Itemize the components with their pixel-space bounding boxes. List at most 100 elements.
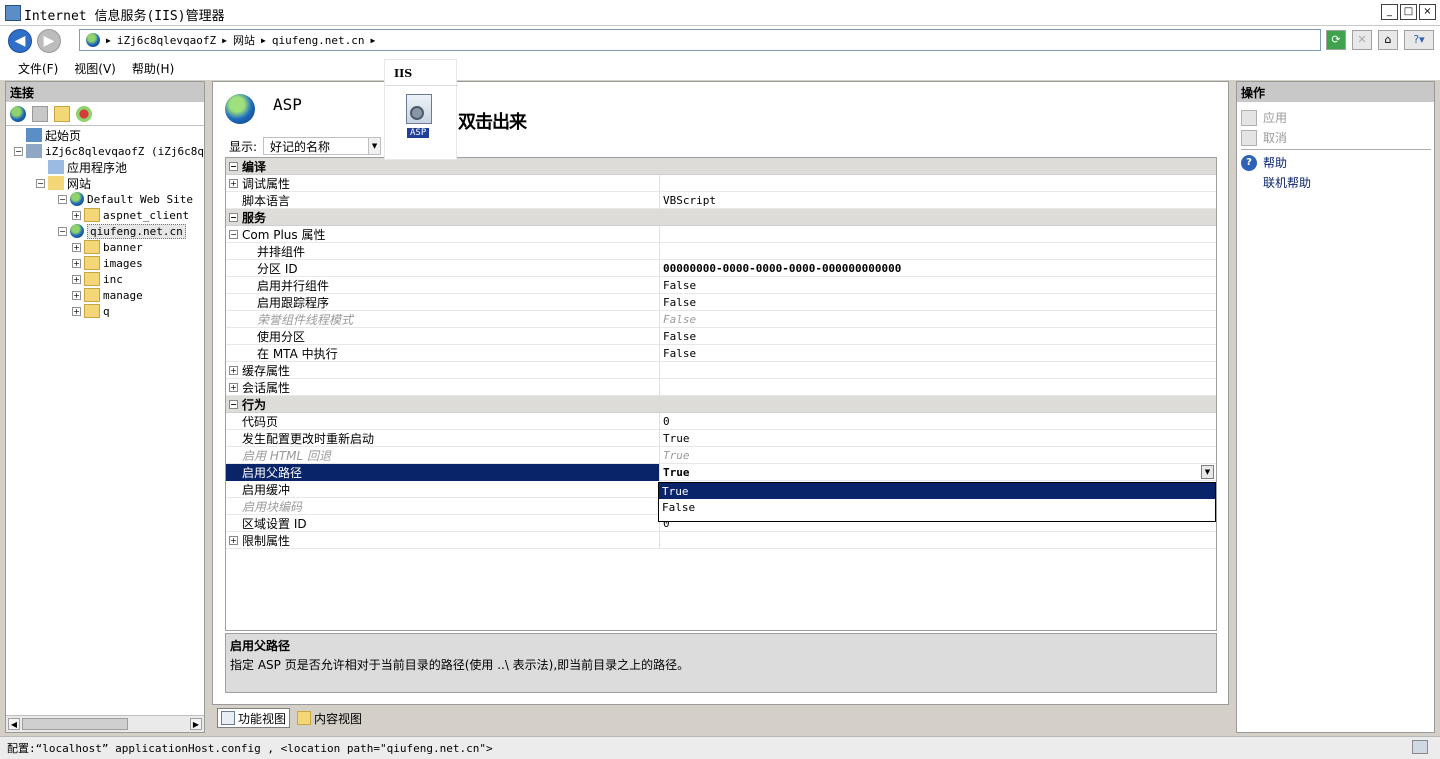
menu-help[interactable]: 帮助(H) bbox=[124, 60, 182, 77]
breadcrumb-sites[interactable]: 网站 bbox=[233, 32, 255, 48]
help-dropdown-icon[interactable]: ?▾ bbox=[1404, 30, 1434, 50]
property-row[interactable]: 启用跟踪程序 False bbox=[226, 293, 1216, 311]
display-mode-select[interactable]: 好记的名称 ▼ bbox=[263, 137, 382, 155]
property-value[interactable]: False bbox=[660, 296, 1216, 309]
up-folder-icon[interactable] bbox=[54, 105, 70, 122]
menu-view[interactable]: 视图(V) bbox=[66, 60, 124, 77]
tree-node[interactable]: − qiufeng.net.cn bbox=[58, 223, 186, 239]
chevron-down-icon[interactable]: ▼ bbox=[1201, 465, 1214, 479]
tree-node[interactable]: + banner bbox=[72, 239, 143, 255]
tab-features-view-label: 功能视图 bbox=[238, 711, 287, 726]
forward-button[interactable]: ▶ bbox=[37, 29, 61, 53]
expand-icon[interactable]: + bbox=[72, 274, 81, 284]
home-icon[interactable]: ⌂ bbox=[1378, 30, 1398, 50]
save-icon[interactable] bbox=[32, 105, 48, 122]
property-row[interactable]: − Com Plus 属性 bbox=[226, 225, 1216, 243]
menu-file[interactable]: 文件(F) bbox=[10, 60, 66, 77]
collapse-icon[interactable]: − bbox=[14, 146, 23, 156]
property-row[interactable]: 在 MTA 中执行 False bbox=[226, 344, 1216, 362]
apply-action[interactable]: 应用 bbox=[1241, 109, 1287, 126]
tree-node[interactable]: 起始页 bbox=[14, 127, 81, 143]
collapse-icon[interactable]: − bbox=[58, 226, 67, 236]
back-button[interactable]: ◀ bbox=[8, 29, 32, 53]
property-row[interactable]: + 会话属性 bbox=[226, 378, 1216, 396]
property-row[interactable]: 启用 HTML 回退 True bbox=[226, 446, 1216, 464]
tab-features-view[interactable]: 功能视图 bbox=[217, 708, 291, 728]
tree-node[interactable]: + images bbox=[72, 255, 143, 271]
property-row[interactable]: 启用父路径 True ▼ bbox=[226, 463, 1216, 481]
tree-node[interactable]: − Default Web Site bbox=[58, 191, 193, 207]
property-value[interactable]: False bbox=[660, 279, 1216, 292]
collapse-icon[interactable]: − bbox=[229, 212, 238, 222]
scroll-left-icon[interactable]: ◀ bbox=[8, 718, 20, 730]
property-value[interactable]: VBScript bbox=[660, 194, 1216, 207]
expand-icon[interactable]: + bbox=[72, 210, 81, 220]
tree-node[interactable]: + aspnet_client bbox=[72, 207, 189, 223]
property-value[interactable]: False bbox=[660, 330, 1216, 343]
maximize-button[interactable]: □ bbox=[1400, 4, 1417, 20]
asp-icon-label: ASP bbox=[407, 128, 430, 138]
tree-node[interactable]: + manage bbox=[72, 287, 143, 303]
address-bar[interactable]: ▶ iZj6c8qlevqaofZ ▶ 网站 ▶ qiufeng.net.cn … bbox=[79, 29, 1321, 51]
property-value[interactable]: True bbox=[660, 466, 1216, 479]
connect-icon[interactable] bbox=[10, 105, 26, 122]
dropdown-option[interactable]: True bbox=[659, 483, 1215, 499]
collapse-icon[interactable]: − bbox=[229, 161, 238, 171]
minimize-button[interactable]: _ bbox=[1381, 4, 1398, 20]
collapse-icon[interactable]: − bbox=[229, 399, 238, 409]
breadcrumb-site[interactable]: qiufeng.net.cn bbox=[272, 34, 365, 47]
scroll-right-icon[interactable]: ▶ bbox=[190, 718, 202, 730]
tree-node[interactable]: − 网站 bbox=[36, 175, 91, 191]
property-category[interactable]: − 服务 bbox=[226, 209, 1216, 226]
property-row[interactable]: 代码页 0 bbox=[226, 412, 1216, 430]
property-row[interactable]: + 限制属性 bbox=[226, 531, 1216, 549]
expand-icon[interactable]: + bbox=[72, 242, 81, 252]
stop-icon[interactable]: ✕ bbox=[1352, 30, 1372, 50]
property-value[interactable]: 00000000-0000-0000-0000-000000000000 bbox=[660, 262, 1216, 275]
scroll-thumb[interactable] bbox=[22, 718, 128, 730]
expand-icon[interactable]: + bbox=[72, 306, 81, 316]
expand-icon[interactable]: + bbox=[229, 535, 238, 545]
globe-icon bbox=[86, 33, 100, 47]
dropdown-option[interactable]: False bbox=[659, 499, 1215, 515]
property-row[interactable]: 并排组件 bbox=[226, 242, 1216, 260]
disconnect-icon[interactable] bbox=[76, 105, 92, 122]
collapse-icon[interactable]: − bbox=[58, 194, 67, 204]
tree-node-label: Default Web Site bbox=[87, 192, 193, 206]
online-help-action[interactable]: 联机帮助 bbox=[1263, 174, 1311, 191]
expand-icon[interactable]: + bbox=[229, 178, 238, 188]
collapse-icon[interactable]: − bbox=[36, 178, 45, 188]
property-row[interactable]: + 调试属性 bbox=[226, 174, 1216, 192]
property-row[interactable]: 使用分区 False bbox=[226, 327, 1216, 345]
close-button[interactable]: × bbox=[1419, 4, 1436, 20]
expand-icon[interactable]: + bbox=[72, 290, 81, 300]
cancel-action[interactable]: 取消 bbox=[1241, 129, 1287, 146]
tab-content-view[interactable]: 内容视图 bbox=[294, 708, 365, 728]
tree-horizontal-scrollbar[interactable]: ◀ ▶ bbox=[6, 715, 204, 732]
property-category[interactable]: − 行为 bbox=[226, 396, 1216, 413]
property-value[interactable]: False bbox=[660, 347, 1216, 360]
property-row[interactable]: 启用并行组件 False bbox=[226, 276, 1216, 294]
property-row[interactable]: 发生配置更改时重新启动 True bbox=[226, 429, 1216, 447]
expand-icon[interactable]: + bbox=[229, 365, 238, 375]
property-value[interactable]: True bbox=[660, 432, 1216, 445]
refresh-icon[interactable]: ⟳ bbox=[1326, 30, 1346, 50]
property-row[interactable]: 分区 ID 00000000-0000-0000-0000-00000000000… bbox=[226, 259, 1216, 277]
chevron-down-icon[interactable]: ▼ bbox=[368, 138, 381, 154]
property-row[interactable]: 脚本语言 VBScript bbox=[226, 191, 1216, 209]
collapse-icon[interactable]: − bbox=[229, 229, 238, 239]
property-row[interactable]: 荣誉组件线程模式 False bbox=[226, 310, 1216, 328]
expand-icon[interactable]: + bbox=[229, 382, 238, 392]
property-row[interactable]: + 缓存属性 bbox=[226, 361, 1216, 379]
breadcrumb-server[interactable]: iZj6c8qlevqaofZ bbox=[117, 34, 216, 47]
property-category[interactable]: − 编译 bbox=[226, 158, 1216, 175]
tree-node[interactable]: − iZj6c8qlevqaofZ (iZj6c8qle bbox=[14, 143, 204, 159]
property-value[interactable]: 0 bbox=[660, 415, 1216, 428]
tree-node[interactable]: + q bbox=[72, 303, 110, 319]
help-action[interactable]: ? 帮助 bbox=[1241, 154, 1287, 171]
tree-node[interactable]: 应用程序池 bbox=[36, 159, 127, 175]
property-value[interactable]: True bbox=[660, 449, 1216, 462]
tree-node[interactable]: + inc bbox=[72, 271, 123, 287]
property-value[interactable]: False bbox=[660, 313, 1216, 326]
expand-icon[interactable]: + bbox=[72, 258, 81, 268]
